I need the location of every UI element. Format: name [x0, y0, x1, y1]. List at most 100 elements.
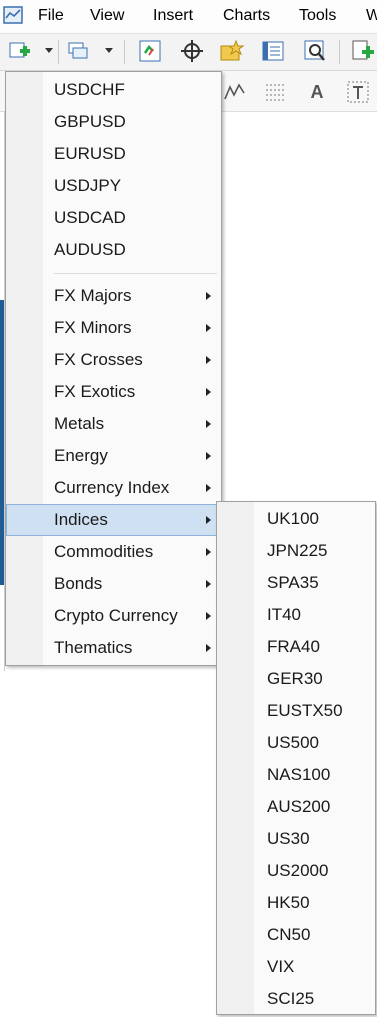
menu-item-label: Thematics — [54, 638, 133, 657]
menu-item-label: FRA40 — [267, 637, 320, 656]
menu-item-label: UK100 — [267, 509, 319, 528]
submenu-item-index[interactable]: SPA35 — [217, 567, 375, 599]
auto-trading-icon[interactable] — [137, 38, 163, 64]
menu-item-crypto-currency[interactable]: Crypto Currency — [6, 600, 221, 632]
menu-tools[interactable]: Tools — [299, 7, 336, 25]
menu-item-fx-majors[interactable]: FX Majors — [6, 280, 221, 312]
menu-item-symbol[interactable]: USDCAD — [6, 202, 221, 234]
menu-item-label: FX Exotics — [54, 382, 136, 401]
submenu-item-index[interactable]: CN50 — [217, 919, 375, 951]
menu-bar: File View Insert Charts Tools W — [0, 0, 377, 34]
new-order-icon[interactable] — [350, 38, 376, 64]
menu-item-bonds[interactable]: Bonds — [6, 568, 221, 600]
chevron-right-icon — [206, 484, 211, 492]
menu-item-symbol[interactable]: USDCHF — [6, 74, 221, 106]
menu-item-symbol[interactable]: AUDUSD — [6, 234, 221, 266]
menu-item-indices[interactable]: Indices — [6, 504, 221, 536]
menu-item-label: US500 — [267, 733, 319, 752]
navigator-icon[interactable] — [260, 38, 286, 64]
menu-item-label: Currency Index — [54, 478, 170, 497]
submenu-item-index[interactable]: VIX — [217, 951, 375, 983]
menu-item-label: Energy — [54, 446, 108, 465]
chevron-right-icon — [206, 548, 211, 556]
menu-insert[interactable]: Insert — [153, 7, 193, 25]
app-logo-icon[interactable] — [2, 3, 26, 27]
menu-item-fx-minors[interactable]: FX Minors — [6, 312, 221, 344]
menu-file[interactable]: File — [38, 7, 64, 25]
menu-item-currency-index[interactable]: Currency Index — [6, 472, 221, 504]
menu-item-label: VIX — [267, 957, 295, 976]
submenu-item-index[interactable]: EUSTX50 — [217, 695, 375, 727]
chevron-right-icon — [206, 420, 211, 428]
menu-item-symbol[interactable]: GBPUSD — [6, 106, 221, 138]
profiles-icon[interactable] — [66, 38, 92, 64]
menu-item-label: US2000 — [267, 861, 329, 880]
submenu-item-index[interactable]: US30 — [217, 823, 375, 855]
new-chart-icon[interactable] — [7, 38, 33, 64]
chart-window-edge — [0, 300, 4, 585]
submenu-item-index[interactable]: FRA40 — [217, 631, 375, 663]
menu-item-label: IT40 — [267, 605, 302, 624]
menu-item-label: EURUSD — [54, 144, 126, 163]
menu-item-label: Crypto Currency — [54, 606, 178, 625]
menu-item-label: USDCHF — [54, 80, 125, 99]
strategy-tester-icon[interactable] — [302, 38, 328, 64]
chevron-right-icon — [206, 612, 211, 620]
menu-item-label: EUSTX50 — [267, 701, 343, 720]
chevron-right-icon — [206, 324, 211, 332]
menu-item-energy[interactable]: Energy — [6, 440, 221, 472]
menu-item-label: Bonds — [54, 574, 103, 593]
chevron-right-icon — [206, 452, 211, 460]
text-icon[interactable]: A — [304, 79, 330, 105]
submenu-item-index[interactable]: NAS100 — [217, 759, 375, 791]
chevron-right-icon — [206, 644, 211, 652]
menu-item-fx-exotics[interactable]: FX Exotics — [6, 376, 221, 408]
menu-separator — [54, 273, 217, 274]
chevron-down-icon[interactable] — [45, 48, 53, 53]
submenu-item-index[interactable]: JPN225 — [217, 535, 375, 567]
menu-item-label: FX Majors — [54, 286, 132, 305]
chevron-right-icon — [206, 580, 211, 588]
chevron-right-icon — [206, 356, 211, 364]
menu-item-label: USDCAD — [54, 208, 126, 227]
fibonacci-icon[interactable] — [263, 79, 289, 105]
menu-item-label: USDJPY — [54, 176, 122, 195]
submenu-item-index[interactable]: GER30 — [217, 663, 375, 695]
menu-item-label: JPN225 — [267, 541, 328, 560]
menu-item-label: CN50 — [267, 925, 311, 944]
menu-item-symbol[interactable]: USDJPY — [6, 170, 221, 202]
main-toolbar — [0, 34, 377, 71]
menu-item-symbol[interactable]: EURUSD — [6, 138, 221, 170]
menu-item-label: Metals — [54, 414, 105, 433]
menu-item-label: NAS100 — [267, 765, 331, 784]
submenu-item-index[interactable]: SCI25 — [217, 983, 375, 1015]
menu-item-fx-crosses[interactable]: FX Crosses — [6, 344, 221, 376]
toolbar-divider — [124, 40, 125, 64]
menu-item-label: GBPUSD — [54, 112, 126, 131]
menu-item-label: Indices — [54, 510, 108, 529]
menu-item-metals[interactable]: Metals — [6, 408, 221, 440]
chevron-down-icon[interactable] — [105, 48, 113, 53]
menu-item-label: AUS200 — [267, 797, 331, 816]
submenu-item-index[interactable]: AUS200 — [217, 791, 375, 823]
favorites-icon[interactable] — [219, 38, 245, 64]
submenu-item-index[interactable]: IT40 — [217, 599, 375, 631]
menu-item-commodities[interactable]: Commodities — [6, 536, 221, 568]
chevron-right-icon — [206, 516, 211, 524]
menu-window[interactable]: W — [366, 7, 377, 25]
elliott-wave-icon[interactable] — [222, 79, 248, 105]
submenu-item-index[interactable]: UK100 — [217, 503, 375, 535]
submenu-item-index[interactable]: HK50 — [217, 887, 375, 919]
menu-item-label: GER30 — [267, 669, 323, 688]
toolbar-divider — [339, 40, 340, 64]
toolbar-divider — [58, 40, 59, 64]
crosshair-icon[interactable] — [179, 38, 205, 64]
menu-item-thematics[interactable]: Thematics — [6, 632, 221, 664]
menu-view[interactable]: View — [90, 7, 124, 25]
submenu-item-index[interactable]: US500 — [217, 727, 375, 759]
menu-item-label: FX Minors — [54, 318, 132, 337]
menu-charts[interactable]: Charts — [223, 7, 270, 25]
text-label-icon[interactable] — [345, 79, 371, 105]
submenu-item-index[interactable]: US2000 — [217, 855, 375, 887]
menu-item-label: SPA35 — [267, 573, 319, 592]
